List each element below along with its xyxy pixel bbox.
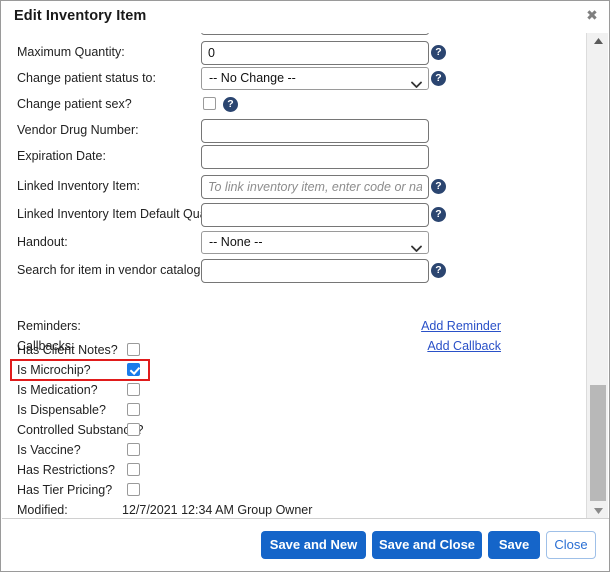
form-row: Handout: -- None -- xyxy=(2,231,587,257)
save-button[interactable]: Save xyxy=(488,531,540,559)
form-row: Expiration Date: xyxy=(2,145,587,171)
flag-checkbox[interactable] xyxy=(127,403,140,416)
field-label: Change patient sex? xyxy=(17,97,132,111)
flag-row: Controlled Substance? xyxy=(2,421,362,441)
field-label: Change patient status to: xyxy=(17,71,156,85)
triangle-up-icon[interactable] xyxy=(587,33,609,50)
flag-checkbox[interactable] xyxy=(127,463,140,476)
flag-row: Is Dispensable? xyxy=(2,401,362,421)
checkbox[interactable] xyxy=(203,97,216,110)
flag-checkbox[interactable] xyxy=(127,363,140,376)
reminders-label: Reminders: xyxy=(17,319,81,333)
flag-label: Is Medication? xyxy=(17,383,98,397)
scrollbar-thumb[interactable] xyxy=(590,385,606,501)
dropdown-select[interactable]: -- No Change -- xyxy=(201,67,429,90)
flag-row: Is Vaccine? xyxy=(2,441,362,461)
dropdown-select[interactable]: -- None -- xyxy=(201,231,429,254)
help-icon[interactable]: ? xyxy=(223,97,238,112)
field-label: Handout: xyxy=(17,235,68,249)
field-label: Linked Inventory Item: xyxy=(17,179,140,193)
flag-checkbox[interactable] xyxy=(127,443,140,456)
dialog-titlebar: Edit Inventory Item ✖ xyxy=(1,1,609,33)
vertical-scrollbar[interactable] xyxy=(586,33,608,520)
flag-label: Has Client Notes? xyxy=(17,343,118,357)
add-reminder-link[interactable]: Add Reminder xyxy=(421,319,501,333)
form-row: Vendor Drug Number: xyxy=(2,119,587,145)
help-icon[interactable]: ? xyxy=(431,207,446,222)
flag-row: Has Client Notes? xyxy=(2,341,362,361)
help-icon[interactable]: ? xyxy=(431,71,446,86)
flag-label: Is Dispensable? xyxy=(17,403,106,417)
form-row: Search for item in vendor catalog:? xyxy=(2,259,587,285)
field-label: Linked Inventory Item Default Quantity xyxy=(17,207,230,221)
flag-checkbox[interactable] xyxy=(127,483,140,496)
dialog-title: Edit Inventory Item xyxy=(14,8,147,24)
flag-label: Is Microchip? xyxy=(17,363,91,377)
flag-label: Controlled Substance? xyxy=(17,423,144,437)
help-icon[interactable]: ? xyxy=(431,263,446,278)
text-input[interactable] xyxy=(201,259,429,283)
clipped-field-above xyxy=(201,33,429,35)
form-row: Linked Inventory Item Default Quantity? xyxy=(2,203,587,229)
flag-label: Is Vaccine? xyxy=(17,443,81,457)
flag-checkbox[interactable] xyxy=(127,423,140,436)
field-label: Search for item in vendor catalog: xyxy=(17,263,204,277)
flag-checkbox[interactable] xyxy=(127,343,140,356)
flag-label: Has Tier Pricing? xyxy=(17,483,113,497)
modified-label: Modified: xyxy=(17,503,68,517)
form-row: Change patient sex?? xyxy=(2,93,587,119)
close-button[interactable]: Close xyxy=(546,531,596,559)
text-input[interactable] xyxy=(201,203,429,227)
text-input[interactable] xyxy=(201,175,429,199)
form-row: Maximum Quantity:? xyxy=(2,41,587,67)
help-icon[interactable]: ? xyxy=(431,179,446,194)
field-label: Expiration Date: xyxy=(17,149,106,163)
field-label: Maximum Quantity: xyxy=(17,45,125,59)
edit-inventory-item-dialog: Edit Inventory Item ✖ Maximum Quantity:?… xyxy=(0,0,610,572)
text-input[interactable] xyxy=(201,145,429,169)
flag-row: Is Medication? xyxy=(2,381,362,401)
flag-label: Has Restrictions? xyxy=(17,463,115,477)
dropdown-value: -- No Change -- xyxy=(209,71,296,85)
flag-row: Is Microchip? xyxy=(2,361,362,381)
flag-checkbox[interactable] xyxy=(127,383,140,396)
close-icon[interactable]: ✖ xyxy=(584,8,600,24)
dialog-content-scroll-area: Maximum Quantity:?Change patient status … xyxy=(2,33,587,520)
flag-row: Has Restrictions? xyxy=(2,461,362,481)
dropdown-value: -- None -- xyxy=(209,235,263,249)
save-and-close-button[interactable]: Save and Close xyxy=(372,531,482,559)
form-row: Linked Inventory Item:? xyxy=(2,175,587,201)
chevron-down-icon xyxy=(411,239,422,252)
save-and-new-button[interactable]: Save and New xyxy=(261,531,366,559)
chevron-down-icon xyxy=(411,75,422,88)
modified-value: 12/7/2021 12:34 AM Group Owner xyxy=(122,503,313,517)
text-input[interactable] xyxy=(201,119,429,143)
help-icon[interactable]: ? xyxy=(431,45,446,60)
form-row: Change patient status to: -- No Change --… xyxy=(2,67,587,93)
dialog-footer: Save and New Save and Close Save Close xyxy=(2,518,609,570)
flag-row: Has Tier Pricing? xyxy=(2,481,362,501)
text-input[interactable] xyxy=(201,41,429,65)
field-label: Vendor Drug Number: xyxy=(17,123,139,137)
add-callback-link[interactable]: Add Callback xyxy=(427,339,501,353)
